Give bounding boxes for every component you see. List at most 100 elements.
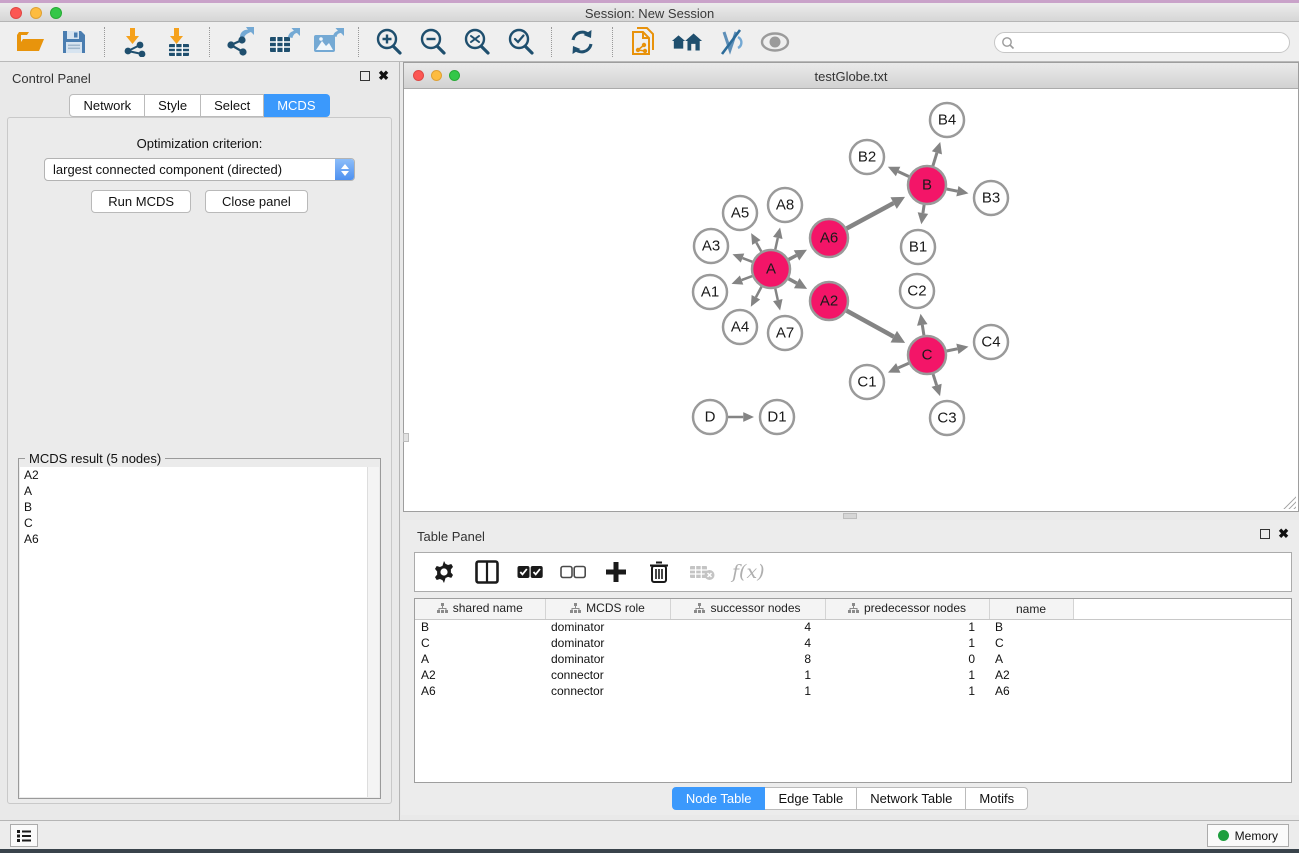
- graph-edge-A-A2[interactable]: [789, 279, 797, 284]
- homes-icon[interactable]: [671, 26, 703, 58]
- result-item[interactable]: C: [20, 515, 379, 531]
- table-cell[interactable]: A2: [415, 667, 545, 683]
- graph-edge-A-A4[interactable]: [756, 287, 762, 298]
- horizontal-splitter-handle[interactable]: [843, 513, 857, 519]
- result-item[interactable]: A6: [20, 531, 379, 547]
- graph-node-B[interactable]: B: [908, 166, 946, 204]
- table-cell[interactable]: 1: [825, 667, 989, 683]
- result-item[interactable]: A: [20, 483, 379, 499]
- refresh-icon[interactable]: [566, 26, 598, 58]
- float-table-panel-icon[interactable]: [1260, 529, 1270, 539]
- network-canvas[interactable]: AA1A2A3A4A5A6A7A8BB1B2B3B4CC1C2C3C4DD1: [404, 89, 1298, 511]
- trash-icon[interactable]: [646, 559, 672, 585]
- tab-select[interactable]: Select: [201, 94, 264, 117]
- table-cell[interactable]: 1: [825, 635, 989, 651]
- tab-network-table[interactable]: Network Table: [857, 787, 966, 810]
- network-window-titlebar[interactable]: testGlobe.txt: [404, 63, 1298, 89]
- table-cell[interactable]: 1: [825, 683, 989, 699]
- table-row[interactable]: Bdominator41B: [415, 619, 1291, 635]
- graph-node-C1[interactable]: C1: [850, 365, 884, 399]
- tab-node-table[interactable]: Node Table: [672, 787, 766, 810]
- close-panel-button[interactable]: Close panel: [205, 190, 308, 213]
- zoom-in-icon[interactable]: [373, 26, 405, 58]
- zoom-out-icon[interactable]: [417, 26, 449, 58]
- table-cell[interactable]: 4: [670, 619, 825, 635]
- graph-edge-A-A3[interactable]: [743, 258, 753, 262]
- close-panel-icon[interactable]: ✖: [378, 71, 389, 81]
- column-view-icon[interactable]: [474, 559, 500, 585]
- result-item[interactable]: A2: [20, 467, 379, 483]
- search-field[interactable]: [994, 32, 1290, 53]
- graph-node-A7[interactable]: A7: [768, 316, 802, 350]
- import-network-icon[interactable]: [119, 26, 151, 58]
- result-item[interactable]: B: [20, 499, 379, 515]
- table-cell[interactable]: dominator: [545, 619, 670, 635]
- table-cell[interactable]: connector: [545, 683, 670, 699]
- column-header-name[interactable]: name: [989, 599, 1073, 619]
- graph-edge-A-A7[interactable]: [775, 289, 778, 300]
- tab-style[interactable]: Style: [145, 94, 201, 117]
- splitter-handle[interactable]: [403, 433, 409, 442]
- graph-edge-C-C2[interactable]: [922, 325, 924, 335]
- graph-edge-A-A1[interactable]: [742, 276, 753, 280]
- column-header-MCDS-role[interactable]: MCDS role: [545, 599, 670, 619]
- table-cell[interactable]: A: [989, 651, 1073, 667]
- graph-node-B3[interactable]: B3: [974, 181, 1008, 215]
- visual-toggle-icon[interactable]: [715, 26, 747, 58]
- table-cell[interactable]: B: [989, 619, 1073, 635]
- table-cell[interactable]: C: [989, 635, 1073, 651]
- table-cell[interactable]: dominator: [545, 651, 670, 667]
- table-cell[interactable]: 1: [825, 619, 989, 635]
- graph-node-C4[interactable]: C4: [974, 325, 1008, 359]
- table-cell[interactable]: A6: [989, 683, 1073, 699]
- table-cell[interactable]: connector: [545, 667, 670, 683]
- open-folder-icon[interactable]: [14, 26, 46, 58]
- graph-edge-B-B3[interactable]: [947, 189, 958, 191]
- mcds-result-list[interactable]: A2ABCA6: [20, 467, 379, 797]
- graph-edge-B-B2[interactable]: [898, 172, 909, 177]
- graph-edge-C-C4[interactable]: [947, 349, 958, 351]
- zoom-selected-icon[interactable]: [505, 26, 537, 58]
- eye-icon[interactable]: [759, 26, 791, 58]
- table-cell[interactable]: 8: [670, 651, 825, 667]
- graph-node-B2[interactable]: B2: [850, 140, 884, 174]
- column-header-shared-name[interactable]: shared name: [415, 599, 545, 619]
- table-cell[interactable]: A2: [989, 667, 1073, 683]
- export-image-icon[interactable]: [312, 26, 344, 58]
- result-scrollbar[interactable]: [367, 467, 379, 797]
- graph-edge-A-A8[interactable]: [775, 238, 778, 249]
- table-cell[interactable]: 1: [670, 667, 825, 683]
- graph-node-B4[interactable]: B4: [930, 103, 964, 137]
- graph-edge-A2-C[interactable]: [847, 311, 894, 337]
- graph-node-C3[interactable]: C3: [930, 401, 964, 435]
- graph-node-A1[interactable]: A1: [693, 275, 727, 309]
- add-icon[interactable]: [603, 559, 629, 585]
- memory-button[interactable]: Memory: [1207, 824, 1289, 847]
- node-table[interactable]: shared nameMCDS rolesuccessor nodesprede…: [414, 598, 1292, 783]
- function-icon[interactable]: f(x): [732, 559, 765, 585]
- clear-table-icon[interactable]: [689, 559, 715, 585]
- graph-node-B1[interactable]: B1: [901, 230, 935, 264]
- float-panel-icon[interactable]: [360, 71, 370, 81]
- deselect-all-icon[interactable]: [560, 559, 586, 585]
- table-cell[interactable]: A6: [415, 683, 545, 699]
- graph-edge-A-A6[interactable]: [789, 255, 797, 259]
- select-all-icon[interactable]: [517, 559, 543, 585]
- graph-node-C2[interactable]: C2: [900, 274, 934, 308]
- table-row[interactable]: A2connector11A2: [415, 667, 1291, 683]
- graph-node-D[interactable]: D: [693, 400, 727, 434]
- tab-edge-table[interactable]: Edge Table: [765, 787, 857, 810]
- table-row[interactable]: Cdominator41C: [415, 635, 1291, 651]
- graph-node-A6[interactable]: A6: [810, 219, 848, 257]
- table-cell[interactable]: dominator: [545, 635, 670, 651]
- graph-edge-C-C3[interactable]: [933, 374, 937, 385]
- save-icon[interactable]: [58, 26, 90, 58]
- graph-edge-C-C1[interactable]: [898, 363, 908, 368]
- run-mcds-button[interactable]: Run MCDS: [91, 190, 191, 213]
- window-resize-grip[interactable]: [1283, 496, 1296, 509]
- graph-node-A2[interactable]: A2: [810, 282, 848, 320]
- table-row[interactable]: A6connector11A6: [415, 683, 1291, 699]
- table-cell[interactable]: B: [415, 619, 545, 635]
- import-table-icon[interactable]: [163, 26, 195, 58]
- column-header-successor-nodes[interactable]: successor nodes: [670, 599, 825, 619]
